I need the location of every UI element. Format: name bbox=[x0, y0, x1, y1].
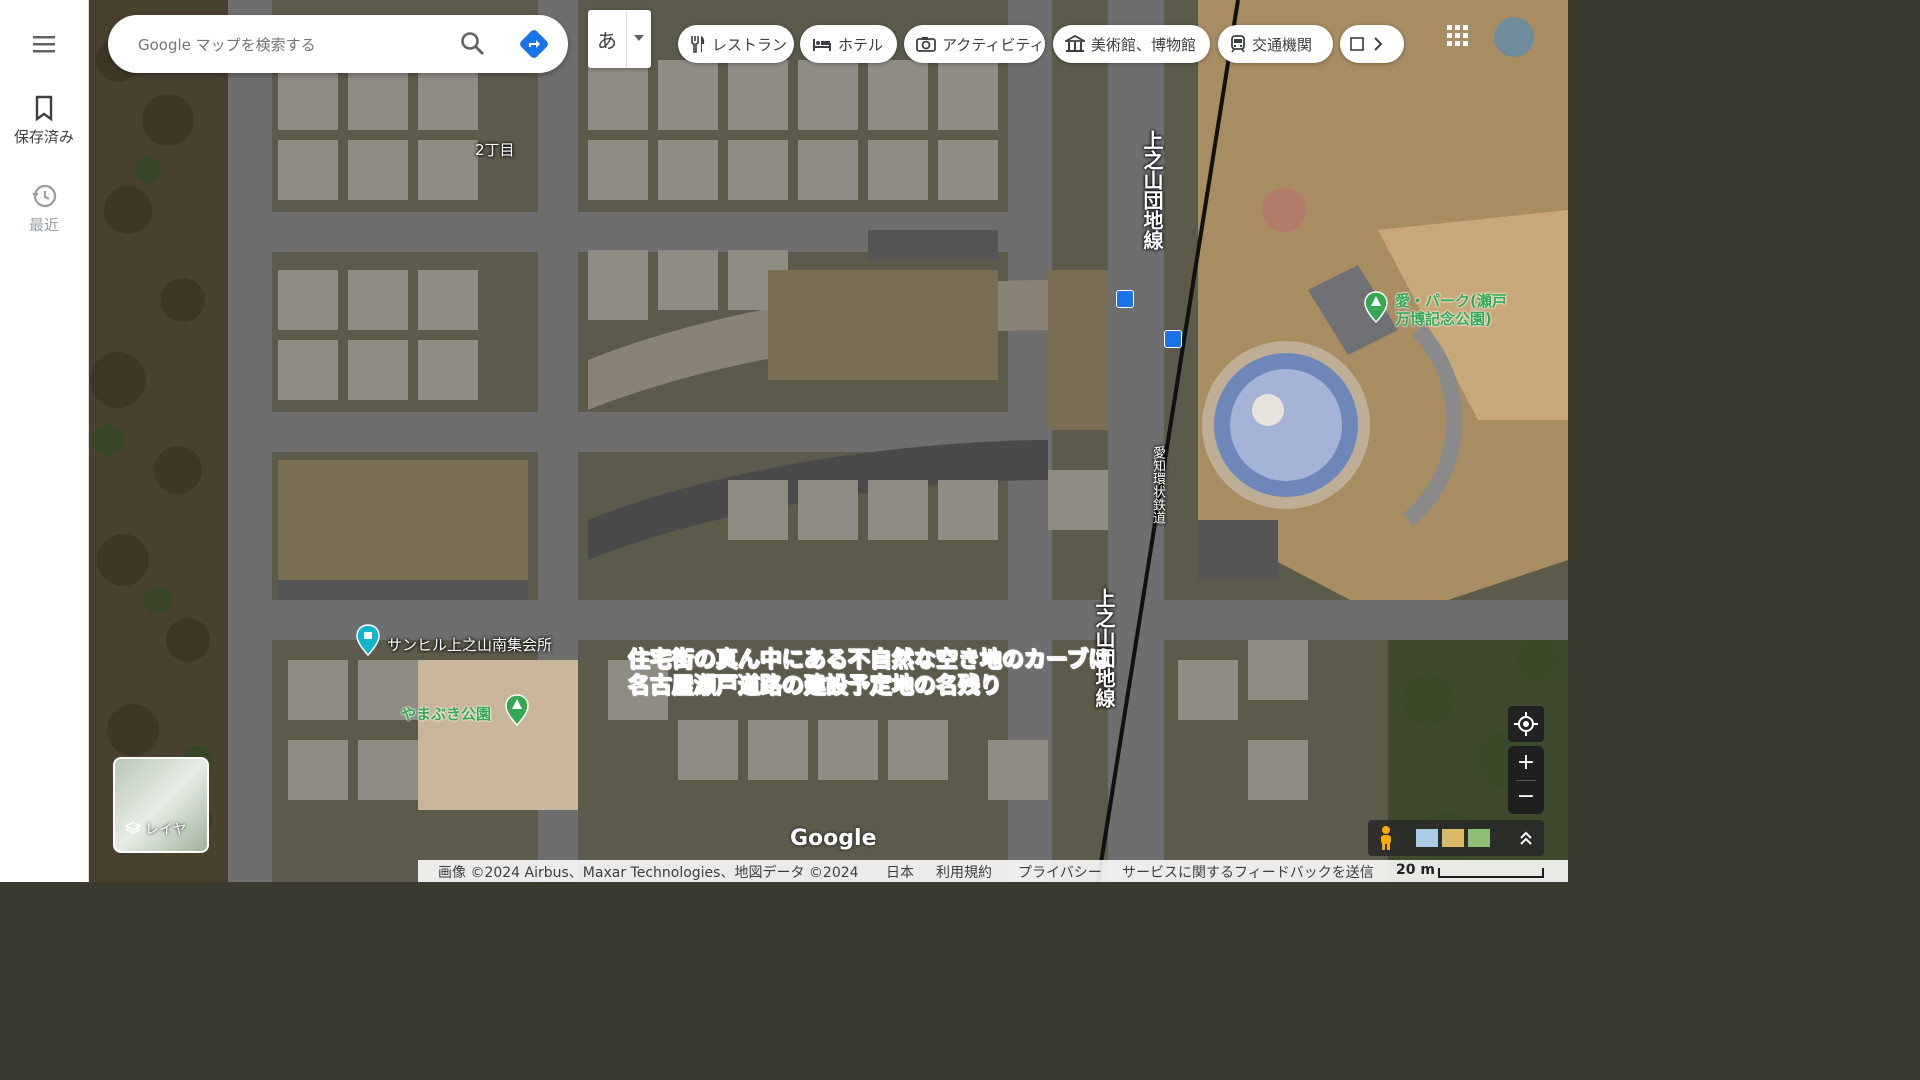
map-type-terrain[interactable] bbox=[1442, 829, 1464, 847]
chip-transit[interactable]: 交通機関 bbox=[1218, 25, 1333, 63]
recent-button[interactable]: 最近 bbox=[0, 182, 88, 235]
pegman-icon[interactable] bbox=[1376, 825, 1396, 851]
map-type-satellite[interactable] bbox=[1468, 829, 1490, 847]
terms-link[interactable]: 利用規約 bbox=[936, 862, 992, 882]
bookmark-icon bbox=[35, 95, 53, 122]
scale-bar bbox=[1438, 868, 1544, 878]
satellite-map[interactable] bbox=[88, 0, 1568, 882]
more-category-icon bbox=[1350, 37, 1364, 51]
camera-icon bbox=[916, 37, 936, 52]
chevron-right-icon[interactable] bbox=[1372, 36, 1384, 52]
chip-museums-label: 美術館、博物館 bbox=[1091, 35, 1197, 54]
my-location-button[interactable] bbox=[1508, 706, 1544, 742]
layers-button[interactable]: レイヤ bbox=[113, 757, 209, 853]
annotation-line-2: 名古屋瀬戸道路の建設予定地の名残り bbox=[628, 674, 1003, 700]
area-label: 2丁目 bbox=[475, 141, 515, 159]
directions-icon[interactable] bbox=[520, 30, 548, 58]
bus-stop-icon[interactable] bbox=[1164, 330, 1182, 348]
bus-stop-icon[interactable] bbox=[1116, 290, 1134, 308]
zoom-in-button[interactable]: + bbox=[1508, 746, 1544, 780]
feedback-link[interactable]: サービスに関するフィードバックを送信 bbox=[1122, 862, 1374, 882]
dropdown-caret-icon[interactable] bbox=[634, 35, 644, 41]
input-method-divider bbox=[626, 10, 627, 68]
chip-hotel[interactable]: ホテル bbox=[800, 25, 897, 63]
hotel-icon bbox=[813, 39, 831, 51]
map-imagery bbox=[88, 0, 1568, 882]
layers-label: レイヤ bbox=[145, 822, 187, 838]
restaurant-icon bbox=[691, 36, 705, 53]
history-icon bbox=[32, 184, 57, 208]
expo-park-label[interactable]: 愛・パーク(瀬戸万博記念公園) bbox=[1395, 292, 1513, 328]
transit-icon bbox=[1231, 35, 1245, 53]
search-box bbox=[108, 15, 568, 73]
annotation-line-1: 住宅街の真ん中にある不自然な空き地のカーブは bbox=[628, 648, 1112, 674]
yamabuki-park-label[interactable]: やまぶき公園 bbox=[401, 703, 491, 724]
map-type-default[interactable] bbox=[1416, 829, 1438, 847]
zoom-out-button[interactable]: − bbox=[1508, 780, 1544, 814]
hamburger-icon[interactable] bbox=[26, 26, 62, 62]
road-label-upper: 上之山団地線 bbox=[1140, 130, 1164, 250]
chip-transit-label: 交通機関 bbox=[1252, 35, 1313, 54]
large-park-pin-icon[interactable] bbox=[1364, 291, 1388, 323]
layers-icon bbox=[125, 821, 141, 834]
community-hall-label[interactable]: サンヒル上之山南集会所 bbox=[387, 634, 552, 655]
google-logo: Google bbox=[790, 826, 877, 851]
scale-label[interactable]: 20 m bbox=[1396, 862, 1435, 878]
privacy-link[interactable]: プライバシー bbox=[1018, 862, 1102, 882]
region-link[interactable]: 日本 bbox=[886, 862, 914, 882]
expand-up-icon[interactable] bbox=[1518, 828, 1534, 848]
map-type-strip bbox=[1368, 820, 1544, 856]
community-hall-pin-icon[interactable] bbox=[356, 624, 380, 656]
railway-label: 愛知環状鉄道 bbox=[1150, 446, 1165, 524]
saved-button[interactable]: 保存済み bbox=[0, 94, 88, 147]
apps-grid-icon[interactable] bbox=[1444, 22, 1472, 50]
input-method-char: あ bbox=[597, 29, 617, 53]
attribution-bar: 画像 ©2024 Airbus、Maxar Technologies、地図データ… bbox=[418, 860, 1568, 882]
park-pin-icon[interactable] bbox=[505, 694, 529, 726]
my-location-icon bbox=[1514, 712, 1538, 736]
input-method-toggle[interactable]: あ bbox=[588, 10, 651, 68]
sidebar: 保存済み 最近 bbox=[0, 0, 89, 882]
chip-activities-label: アクティビティ bbox=[942, 35, 1045, 54]
chip-hotel-label: ホテル bbox=[838, 35, 884, 54]
search-icon[interactable] bbox=[460, 31, 486, 57]
avatar[interactable] bbox=[1494, 17, 1534, 57]
layers-label-wrap: レイヤ bbox=[125, 819, 187, 839]
chip-more[interactable] bbox=[1340, 25, 1404, 63]
chip-museums[interactable]: 美術館、博物館 bbox=[1053, 25, 1210, 63]
chip-activities[interactable]: アクティビティ bbox=[904, 25, 1045, 63]
zoom-controls: + − bbox=[1508, 746, 1544, 814]
recent-label: 最近 bbox=[28, 216, 59, 234]
chip-restaurant[interactable]: レストラン bbox=[678, 25, 794, 63]
search-input[interactable] bbox=[136, 31, 440, 59]
chip-restaurant-label: レストラン bbox=[712, 35, 788, 54]
saved-label: 保存済み bbox=[13, 128, 74, 146]
attribution-text: 画像 ©2024 Airbus、Maxar Technologies、地図データ… bbox=[438, 865, 859, 881]
annotation-text: 住宅街の真ん中にある不自然な空き地のカーブは 名古屋瀬戸道路の建設予定地の名残り bbox=[628, 648, 1112, 700]
museum-icon bbox=[1065, 35, 1085, 52]
